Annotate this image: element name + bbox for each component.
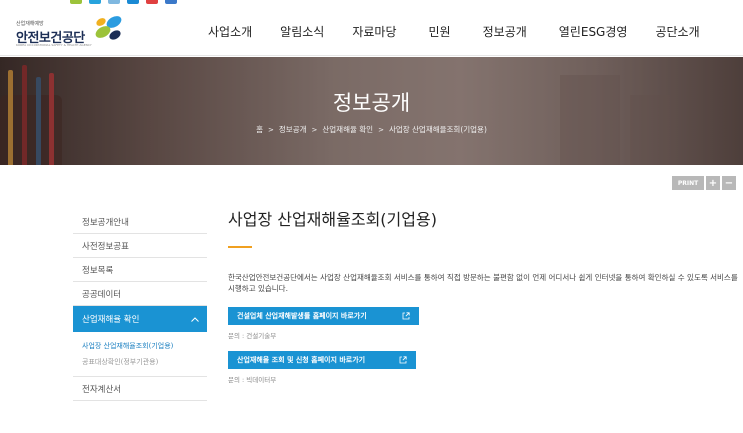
logo-subtitle: 산업재해예방	[16, 21, 44, 27]
breadcrumb-separator-icon: >	[268, 125, 274, 134]
sidebar-item-e-invoice[interactable]: 전자계산서	[73, 377, 207, 401]
external-link-icon	[399, 356, 407, 364]
sidebar-item-info-guide[interactable]: 정보공개안내	[73, 210, 207, 234]
site-logo[interactable]: 산업재해예방 안전보건공단 KOREA OCCUPATIONAL SAFETY …	[16, 16, 122, 48]
chevron-up-icon	[191, 316, 199, 322]
link-label: 산업재해율 조회 및 신청 홈페이지 바로가기	[237, 356, 366, 364]
zoom-out-button[interactable]: −	[722, 176, 736, 190]
print-button[interactable]: PRINT	[672, 176, 704, 190]
construction-rate-link-button[interactable]: 건설업체 산업재해발생률 홈페이지 바로가기	[228, 307, 419, 325]
family-site-icon[interactable]	[146, 0, 158, 4]
sidebar-item-pre-disclosure[interactable]: 사전정보공표	[73, 234, 207, 258]
link-label: 건설업체 산업재해발생률 홈페이지 바로가기	[237, 312, 367, 320]
contact-note: 문의 : 빅데이터부	[228, 376, 277, 384]
nav-item-business[interactable]: 사업소개	[208, 23, 252, 40]
nav-item-civil[interactable]: 민원	[429, 23, 451, 40]
family-site-icon[interactable]	[165, 0, 177, 4]
sidebar-subitem-company[interactable]: 사업장 산업재해율조회(기업용)	[82, 338, 207, 354]
page-title: 사업장 산업재해율조회(기업용)	[228, 210, 437, 229]
nav-item-about[interactable]: 공단소개	[655, 23, 699, 40]
breadcrumb-current[interactable]: 사업장 산업재해율조회(기업용)	[389, 124, 487, 135]
family-site-icon[interactable]	[108, 0, 120, 4]
logo-english: KOREA OCCUPATIONAL SAFETY & HEALTH AGENC…	[16, 43, 92, 47]
sidebar-item-info-list[interactable]: 정보목록	[73, 258, 207, 282]
page-banner: 정보공개 홈 > 정보공개 > 산업재해율 확인 > 사업장 산업재해율조회(기…	[0, 57, 743, 165]
breadcrumb-rate[interactable]: 산업재해율 확인	[322, 124, 373, 135]
sidebar-subitem-government[interactable]: 공표대상확인(정부기관용)	[82, 354, 207, 370]
title-underline	[228, 246, 252, 248]
nav-item-resources[interactable]: 자료마당	[352, 23, 396, 40]
breadcrumb-separator-icon: >	[311, 125, 318, 134]
main-nav: 사업소개 알림소식 자료마당 민원 정보공개 열린ESG경영 공단소개	[196, 6, 700, 56]
family-site-icon[interactable]	[127, 0, 139, 4]
sidebar-item-label: 산업재해율 확인	[82, 315, 140, 325]
nav-item-esg[interactable]: 열린ESG경영	[559, 23, 628, 40]
zoom-in-button[interactable]: +	[706, 176, 720, 190]
sidebar-item-accident-rate[interactable]: 산업재해율 확인	[73, 306, 207, 332]
breadcrumb-separator-icon: >	[378, 125, 384, 134]
nav-item-news[interactable]: 알림소식	[280, 23, 324, 40]
main-content: 사업장 산업재해율조회(기업용) 한국산업안전보건공단에서는 사업장 산업재해율…	[228, 206, 738, 384]
accident-rate-link-button[interactable]: 산업재해율 조회 및 신청 홈페이지 바로가기	[228, 351, 416, 369]
sidebar-menu: 정보공개안내 사전정보공표 정보목록 공공데이터 산업재해율 확인 사업장 산업…	[73, 210, 207, 401]
nav-item-info[interactable]: 정보공개	[483, 23, 527, 40]
external-link-icon	[402, 312, 410, 320]
sidebar-item-public-data[interactable]: 공공데이터	[73, 282, 207, 306]
intro-text: 한국산업안전보건공단에서는 사업장 산업재해율조회 서비스를 통하여 직접 방문…	[228, 273, 738, 293]
family-site-icon[interactable]	[70, 0, 82, 4]
breadcrumb-info[interactable]: 정보공개	[279, 124, 307, 135]
breadcrumb-home[interactable]: 홈	[256, 124, 263, 135]
page-title-banner: 정보공개	[332, 91, 411, 115]
breadcrumb: 홈 > 정보공개 > 산업재해율 확인 > 사업장 산업재해율조회(기업용)	[0, 124, 743, 135]
page-tools: PRINT + −	[670, 176, 736, 190]
site-header: 산업재해예방 안전보건공단 KOREA OCCUPATIONAL SAFETY …	[0, 6, 743, 56]
contact-note: 문의 : 건설기술부	[228, 332, 277, 340]
family-site-icon[interactable]	[89, 0, 101, 4]
sidebar-submenu: 사업장 산업재해율조회(기업용) 공표대상확인(정부기관용)	[73, 332, 207, 377]
logo-emblem-icon	[95, 16, 122, 40]
